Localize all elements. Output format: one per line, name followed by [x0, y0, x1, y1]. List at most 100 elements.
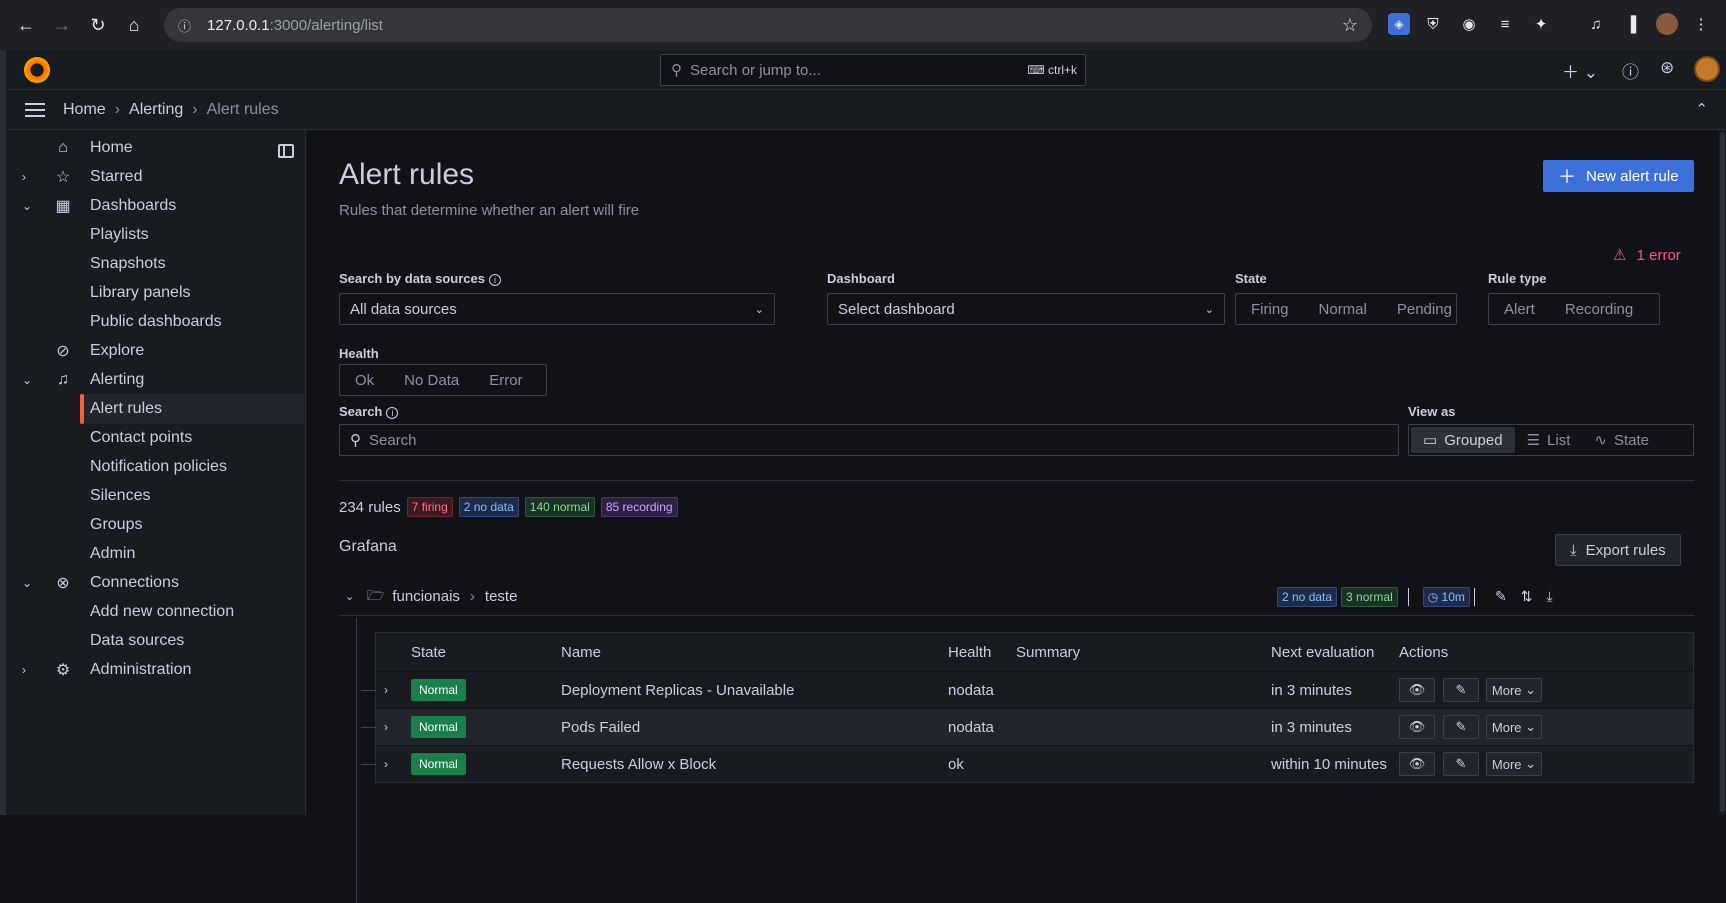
- edit-icon[interactable]: ✎: [1443, 715, 1479, 739]
- view-icon[interactable]: 👁: [1399, 715, 1435, 739]
- chevron-down-icon[interactable]: ⌄: [345, 590, 359, 603]
- ruletype-option-recording[interactable]: Recording: [1550, 301, 1648, 318]
- new-alert-rule-button[interactable]: ＋ New alert rule: [1543, 160, 1694, 192]
- chevron-right-icon[interactable]: ›: [384, 757, 388, 771]
- global-search-placeholder: Search or jump to...: [690, 61, 821, 79]
- datasource-select[interactable]: All data sources ⌄: [339, 293, 775, 325]
- sidebar-item-administration[interactable]: › ⚙ Administration: [6, 655, 306, 685]
- ruletype-option-alert[interactable]: Alert: [1489, 301, 1550, 318]
- edit-icon[interactable]: ✎: [1443, 752, 1479, 776]
- help-icon[interactable]: ⓘ: [1622, 58, 1639, 83]
- sidebar-item-notification-policies[interactable]: Notification policies: [6, 452, 306, 482]
- edit-icon[interactable]: ✎: [1443, 678, 1479, 702]
- sidebar-item-data-sources[interactable]: Data sources: [6, 626, 306, 656]
- rule-group-header[interactable]: ⌄ 🗁 funcionais › teste 2 no data 3 norma…: [339, 578, 1694, 616]
- dashboard-filter-label: Dashboard: [827, 271, 895, 286]
- state-badge: Normal: [411, 716, 466, 738]
- scrollbar-thumb[interactable]: [1720, 132, 1725, 812]
- chevron-right-icon[interactable]: ›: [384, 683, 388, 697]
- sidebar-item-alert-rules[interactable]: Alert rules: [80, 394, 304, 424]
- viewas-list[interactable]: ☰ List: [1515, 427, 1583, 453]
- rule-health: ok: [948, 755, 964, 773]
- sidebar-item-playlists[interactable]: Playlists: [6, 220, 306, 250]
- tab-search-icon[interactable]: ≡: [1494, 13, 1516, 35]
- news-rss-icon[interactable]: ⊛: [1660, 58, 1674, 78]
- info-icon[interactable]: i: [488, 274, 501, 286]
- browser-home-icon[interactable]: ⌂: [116, 7, 152, 43]
- sidebar-item-silences[interactable]: Silences: [6, 481, 306, 511]
- reorder-icon[interactable]: ⇅: [1521, 588, 1533, 606]
- health-option-ok[interactable]: Ok: [340, 372, 389, 389]
- health-option-nodata[interactable]: No Data: [389, 372, 474, 389]
- more-button[interactable]: More ⌄: [1486, 752, 1542, 776]
- sidebar-item-alerting[interactable]: ⌄ ♫ Alerting: [6, 365, 306, 395]
- dashboard-select[interactable]: Select dashboard ⌄: [827, 293, 1225, 325]
- more-button[interactable]: More ⌄: [1486, 715, 1542, 739]
- star-icon: ☆: [55, 169, 71, 186]
- sidebar-item-snapshots[interactable]: Snapshots: [6, 249, 306, 279]
- sidebar-item-connections[interactable]: ⌄ ⊗ Connections: [6, 568, 306, 598]
- state-option-pending[interactable]: Pending: [1382, 301, 1467, 318]
- back-icon[interactable]: ←: [8, 7, 44, 43]
- health-option-error[interactable]: Error: [474, 372, 537, 389]
- chevron-down-icon[interactable]: ⌄: [22, 199, 32, 213]
- rule-next-evaluation: in 3 minutes: [1271, 681, 1352, 699]
- bookmark-star-icon[interactable]: ☆: [1342, 15, 1358, 36]
- profile-avatar-icon[interactable]: [1656, 13, 1678, 35]
- chevron-down-icon[interactable]: ⌄: [22, 373, 32, 387]
- table-header: State Name Health Summary Next evaluatio…: [376, 633, 1693, 671]
- forward-icon[interactable]: →: [44, 7, 80, 43]
- chevron-right-icon[interactable]: ›: [22, 170, 26, 184]
- sidebar-item-explore[interactable]: ⊘ Explore: [6, 336, 306, 366]
- site-info-icon[interactable]: ⓘ: [178, 16, 191, 35]
- sidebar-item-groups[interactable]: Groups: [6, 510, 306, 540]
- user-avatar[interactable]: [1694, 56, 1720, 82]
- media-control-icon[interactable]: ♫: [1585, 13, 1607, 35]
- menu-toggle-icon[interactable]: [25, 99, 45, 121]
- ublock-extension-icon[interactable]: ⛨: [1422, 13, 1444, 35]
- info-icon[interactable]: i: [386, 407, 399, 419]
- grafana-logo-icon[interactable]: [24, 57, 50, 83]
- sidebar-item-dashboards[interactable]: ⌄ ▦ Dashboards: [6, 191, 306, 221]
- chevron-down-icon[interactable]: ⌄: [22, 576, 32, 590]
- table-row[interactable]: › Normal Deployment Replicas - Unavailab…: [361, 671, 1693, 708]
- export-rules-button[interactable]: ⤓ Export rules: [1555, 534, 1681, 566]
- add-new-icon[interactable]: ＋ ⌄: [1562, 58, 1598, 83]
- bitwarden-extension-icon[interactable]: ◈: [1388, 13, 1410, 35]
- edit-group-icon[interactable]: ✎: [1495, 588, 1507, 606]
- sidebar-item-contact-points[interactable]: Contact points: [6, 423, 306, 453]
- state-option-firing[interactable]: Firing: [1236, 301, 1304, 318]
- rule-search-input[interactable]: ⚲ Search: [339, 424, 1399, 456]
- chevron-right-icon[interactable]: ›: [22, 663, 26, 677]
- view-icon[interactable]: 👁: [1399, 752, 1435, 776]
- export-group-icon[interactable]: ⤓: [1546, 588, 1552, 606]
- sidebar-item-home[interactable]: ⌂ Home: [6, 133, 306, 163]
- sidebar-item-add-new-connection[interactable]: Add new connection: [6, 597, 306, 627]
- viewas-grouped[interactable]: ▭ Grouped: [1411, 427, 1515, 453]
- table-row[interactable]: › Normal Requests Allow x Block ok withi…: [361, 745, 1693, 782]
- table-row[interactable]: › Normal Pods Failed nodata in 3 minutes…: [361, 708, 1693, 745]
- chevron-down-icon: ⌄: [1204, 303, 1214, 316]
- breadcrumb-home[interactable]: Home: [63, 101, 106, 119]
- state-option-normal[interactable]: Normal: [1304, 301, 1382, 318]
- error-indicator[interactable]: ⚠ 1 error: [1613, 246, 1681, 264]
- chevron-right-icon[interactable]: ›: [384, 720, 388, 734]
- sidebar-item-starred[interactable]: › ☆ Starred: [6, 162, 306, 192]
- browser-menu-icon[interactable]: ⋮: [1690, 13, 1712, 35]
- page-scrollbar[interactable]: [1719, 130, 1726, 815]
- breadcrumb-alerting[interactable]: Alerting: [129, 101, 183, 119]
- more-button[interactable]: More ⌄: [1486, 678, 1542, 702]
- viewas-state[interactable]: ∿ State: [1582, 427, 1661, 453]
- chevron-up-icon[interactable]: ⌃: [1695, 100, 1708, 118]
- sidebar-item-admin[interactable]: Admin: [6, 539, 306, 569]
- extensions-puzzle-icon[interactable]: ✦: [1530, 13, 1552, 35]
- sidebar-item-public-dashboards[interactable]: Public dashboards: [6, 307, 306, 337]
- search-icon: ⚲: [350, 432, 361, 449]
- sidebar-item-library-panels[interactable]: Library panels: [6, 278, 306, 308]
- side-panel-icon[interactable]: ▐: [1620, 13, 1642, 35]
- spy-extension-icon[interactable]: ◉: [1458, 13, 1480, 35]
- reload-icon[interactable]: ↻: [80, 7, 116, 43]
- view-icon[interactable]: 👁: [1399, 678, 1435, 702]
- global-search-input[interactable]: ⚲ Search or jump to... ⌨ ctrl+k: [660, 54, 1086, 86]
- address-bar[interactable]: ⓘ 127.0.0.1:3000/alerting/list ☆: [164, 8, 1372, 42]
